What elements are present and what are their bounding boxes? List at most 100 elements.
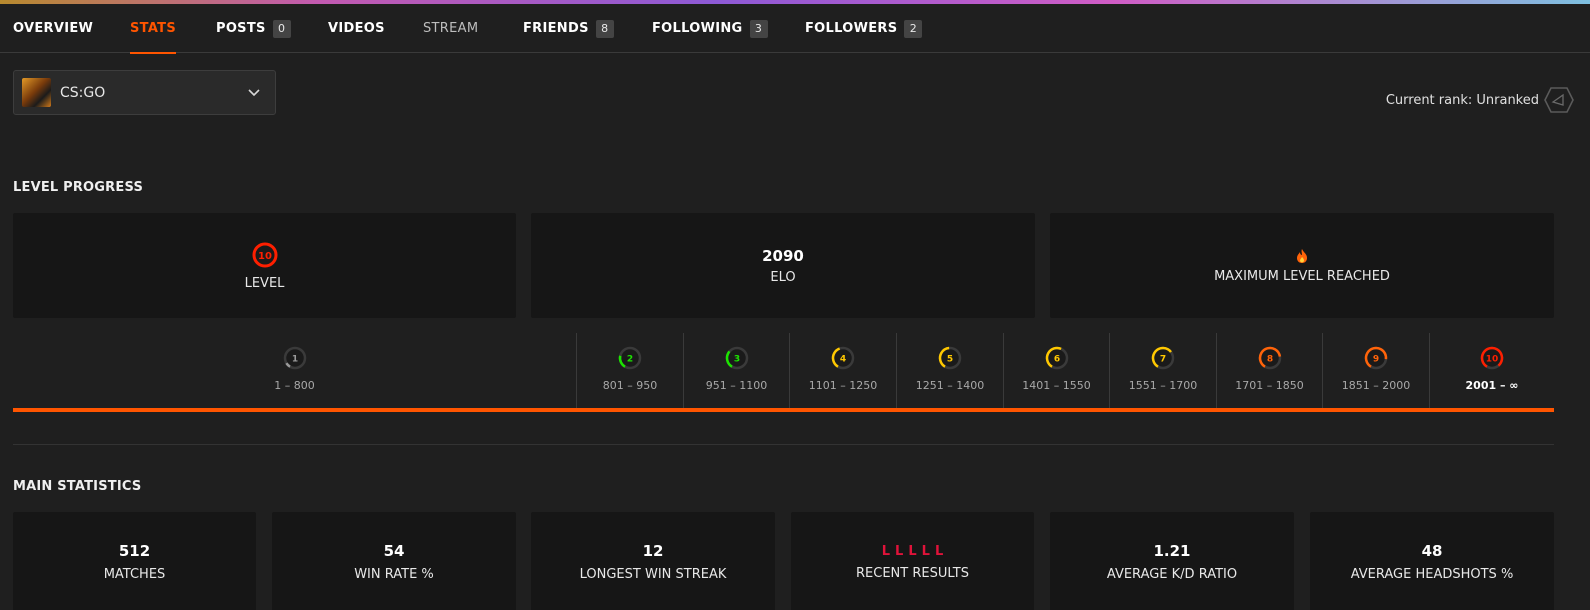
win-rate-card: 54 WIN RATE %: [272, 512, 516, 610]
tab-label: POSTS: [216, 21, 266, 36]
tab-following[interactable]: FOLLOWING 3: [652, 4, 768, 53]
kd-ratio-value: 1.21: [1153, 542, 1191, 560]
svg-text:3: 3: [733, 355, 739, 365]
level-5-icon: 5: [938, 346, 962, 370]
recent-results: L L L L L: [882, 544, 943, 559]
level-range: 1101 – 1250: [808, 379, 878, 392]
level-card: 10 LEVEL: [13, 213, 516, 318]
level-8-threshold: 8 1701 – 1850: [1216, 333, 1322, 408]
level-range: 1401 – 1550: [1022, 379, 1091, 392]
tab-posts[interactable]: POSTS 0: [216, 4, 291, 53]
section-divider: [13, 444, 1554, 445]
count-badge: 2: [904, 19, 923, 38]
level-10-icon: 10: [252, 242, 277, 268]
matches-value: 512: [118, 542, 151, 560]
level-9-threshold: 9 1851 – 2000: [1322, 333, 1429, 408]
svg-text:10: 10: [1486, 355, 1499, 365]
count-badge: 0: [272, 19, 291, 38]
svg-text:2: 2: [627, 355, 633, 365]
level-10-icon: 10: [1480, 346, 1504, 370]
tab-followers[interactable]: FOLLOWERS 2: [805, 4, 923, 53]
tab-label: FRIENDS: [523, 21, 589, 36]
headshots-value: 48: [1421, 542, 1443, 560]
count-badge: 8: [595, 19, 614, 38]
current-rank-label: Current rank: Unranked: [1385, 92, 1539, 108]
level-6-threshold: 6 1401 – 1550: [1003, 333, 1109, 408]
recent-results-card: L L L L L RECENT RESULTS: [791, 512, 1034, 610]
max-level-label: MAXIMUM LEVEL REACHED: [1214, 268, 1390, 284]
svg-text:1: 1: [291, 355, 297, 365]
headshots-card: 48 AVERAGE HEADSHOTS %: [1310, 512, 1554, 610]
tab-label: STREAM: [423, 21, 479, 36]
level-4-icon: 4: [831, 346, 855, 370]
tab-videos[interactable]: VIDEOS: [328, 4, 385, 53]
level-3-threshold: 3 951 – 1100: [683, 333, 789, 408]
level-9-icon: 9: [1364, 346, 1388, 370]
tab-stats[interactable]: STATS: [130, 4, 177, 54]
game-select-value: CS:GO: [60, 84, 106, 101]
result-loss: L: [921, 543, 930, 559]
level-range: 1851 – 2000: [1341, 379, 1411, 392]
level-2-icon: 2: [618, 346, 642, 370]
level-range: 951 – 1100: [705, 379, 768, 392]
kd-ratio-card: 1.21 AVERAGE K/D RATIO: [1050, 512, 1294, 610]
headshots-label: AVERAGE HEADSHOTS %: [1350, 567, 1514, 582]
tab-label: FOLLOWING: [652, 21, 743, 36]
elo-value: 2090: [762, 246, 804, 265]
svg-text:9: 9: [1373, 355, 1379, 365]
main-statistics-title: MAIN STATISTICS: [13, 479, 142, 494]
result-loss: L: [908, 543, 917, 559]
game-select[interactable]: CS:GO: [13, 70, 276, 115]
profile-tabs: OVERVIEW STATS POSTS 0 VIDEOS STREAM FRIE…: [0, 4, 1590, 54]
level-8-icon: 8: [1258, 346, 1281, 370]
chevron-down-icon: [248, 89, 260, 97]
count-badge: 3: [749, 19, 768, 38]
tab-friends[interactable]: FRIENDS 8: [523, 4, 614, 53]
svg-text:8: 8: [1266, 355, 1272, 365]
svg-text:7: 7: [1160, 355, 1166, 365]
win-rate-label: WIN RATE %: [354, 567, 434, 582]
win-rate-value: 54: [383, 542, 405, 560]
level-3-icon: 3: [725, 346, 748, 370]
longest-streak-card: 12 LONGEST WIN STREAK: [531, 512, 775, 610]
current-rank: Current rank: Unranked: [1386, 86, 1575, 114]
tab-overview[interactable]: OVERVIEW: [13, 4, 93, 53]
fire-icon: [1297, 248, 1307, 263]
longest-streak-value: 12: [642, 542, 664, 560]
result-loss: L: [881, 543, 891, 559]
level-progress-bar: [13, 408, 1554, 412]
elo-card: 2090 ELO: [531, 213, 1035, 318]
kd-ratio-label: AVERAGE K/D RATIO: [1106, 567, 1238, 582]
level-range: 2001 – ∞: [1465, 379, 1519, 392]
tab-label: STATS: [130, 21, 177, 36]
level-thresholds: 1 1 – 800 2 801 – 950 3 951 – 1100 4 1101 – 125…: [13, 333, 1554, 411]
recent-results-label: RECENT RESULTS: [856, 565, 969, 581]
matches-label: MATCHES: [103, 567, 166, 582]
level-range: 1701 – 1850: [1235, 379, 1304, 392]
level-range: 801 – 950: [602, 379, 658, 392]
level-1-icon: 1: [283, 346, 306, 370]
tab-label: OVERVIEW: [13, 21, 94, 36]
level-label: LEVEL: [244, 276, 285, 291]
result-loss: L: [895, 543, 904, 559]
level-progress-title: LEVEL PROGRESS: [13, 180, 144, 195]
level-10-threshold: 10 2001 – ∞: [1429, 333, 1554, 408]
unranked-hexagon-icon: [1544, 87, 1574, 113]
longest-streak-label: LONGEST WIN STREAK: [579, 567, 727, 582]
level-1-threshold: 1 1 – 800: [13, 333, 576, 408]
level-2-threshold: 2 801 – 950: [576, 333, 683, 408]
tab-stream[interactable]: STREAM: [423, 4, 478, 53]
max-level-card: MAXIMUM LEVEL REACHED: [1050, 213, 1554, 318]
level-7-threshold: 7 1551 – 1700: [1109, 333, 1216, 408]
svg-text:4: 4: [840, 355, 846, 365]
level-5-threshold: 5 1251 – 1400: [896, 333, 1003, 408]
elo-label: ELO: [770, 269, 796, 285]
tab-label: VIDEOS: [328, 21, 385, 36]
matches-card: 512 MATCHES: [13, 512, 256, 610]
result-loss: L: [934, 543, 944, 559]
svg-text:10: 10: [258, 251, 272, 262]
level-7-icon: 7: [1151, 346, 1175, 370]
level-range: 1251 – 1400: [915, 379, 985, 392]
level-range: 1551 – 1700: [1128, 379, 1198, 392]
level-6-icon: 6: [1045, 346, 1068, 370]
